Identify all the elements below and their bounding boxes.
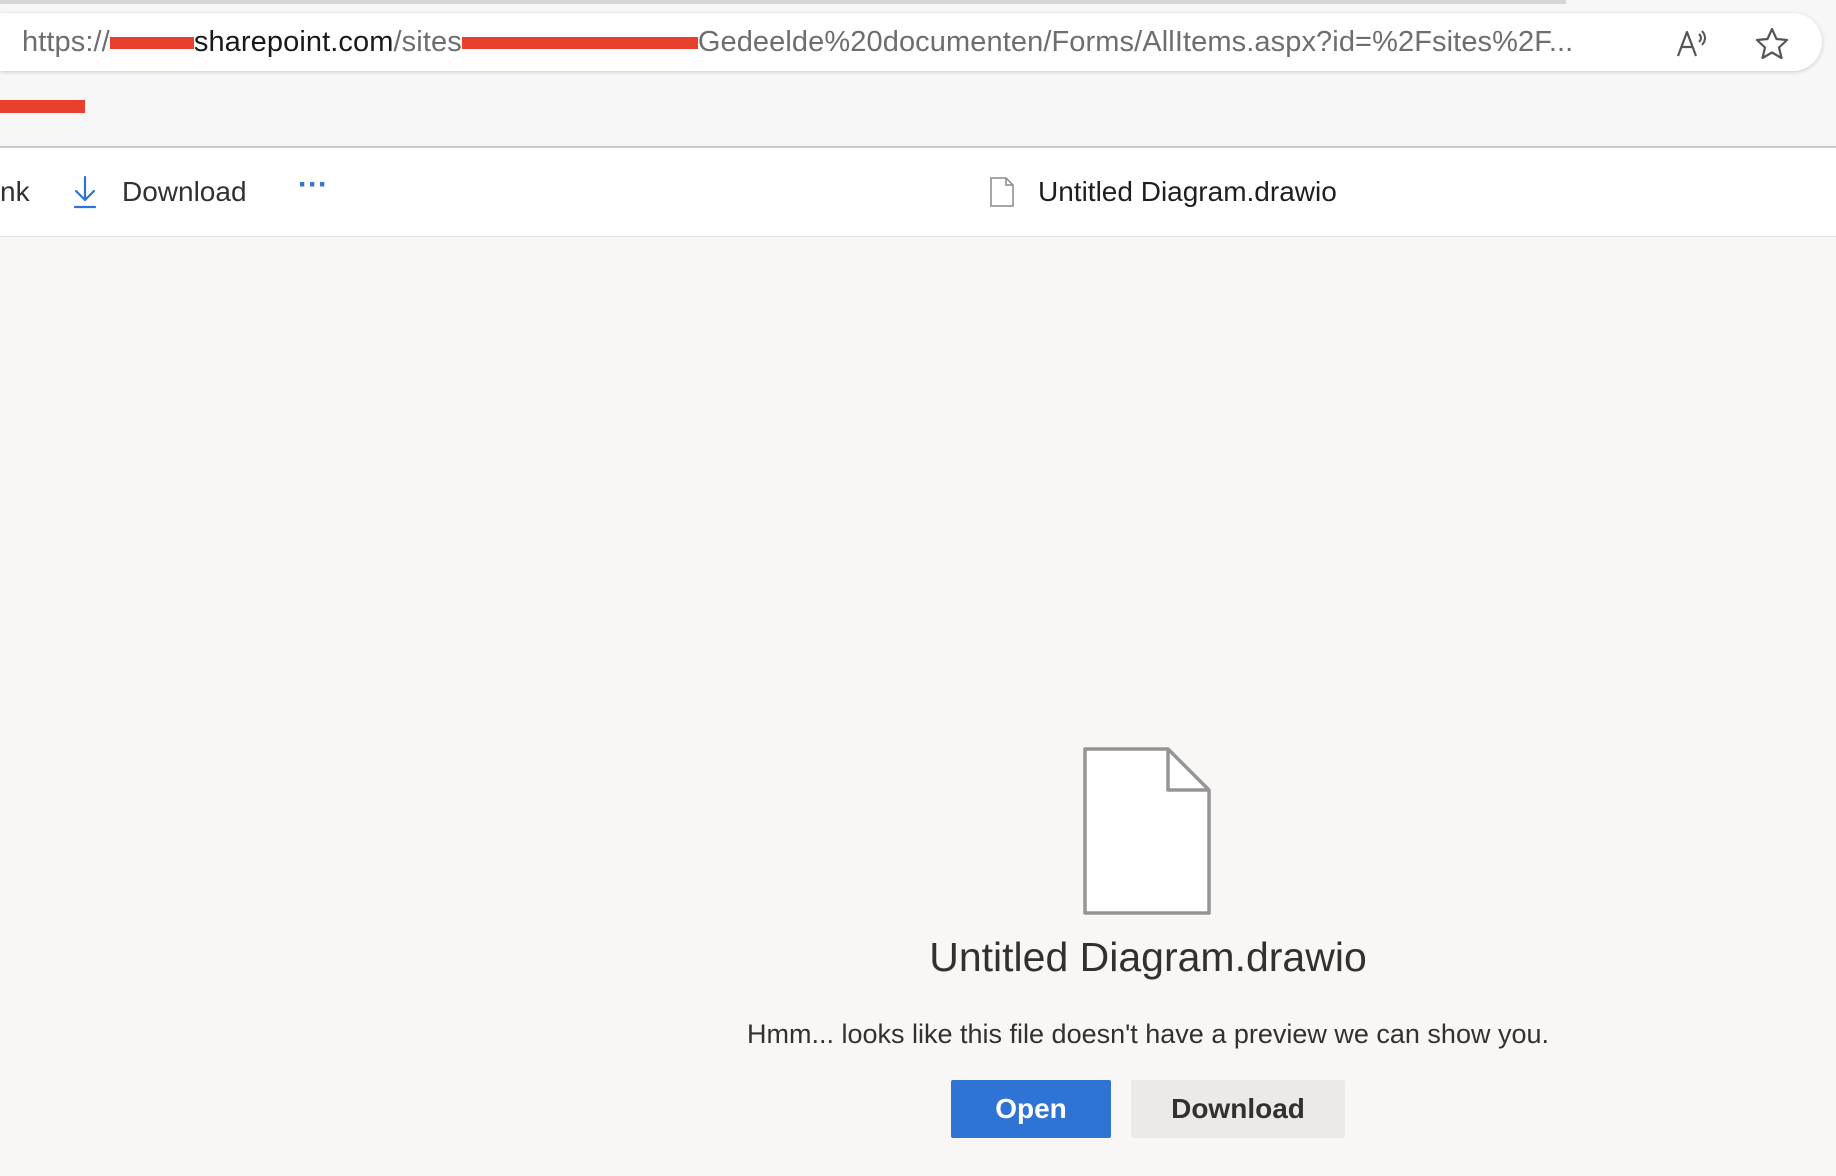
download-command-button[interactable]: Download: [72, 173, 247, 211]
file-title-label: Untitled Diagram.drawio: [1038, 176, 1337, 207]
file-title: Untitled Diagram.drawio: [990, 173, 1337, 211]
more-options-icon: ···: [298, 168, 328, 201]
star-icon[interactable]: [1754, 26, 1790, 62]
url-scheme: https://: [22, 26, 110, 58]
file-small-icon: [990, 177, 1014, 207]
bookmarks-bar: [0, 92, 1836, 122]
download-command-label: Download: [122, 176, 247, 207]
read-aloud-icon[interactable]: [1674, 26, 1710, 62]
url-path-end: Gedeelde%20documenten/Forms/AllItems.asp…: [697, 26, 1574, 58]
command-bar: nk Download ··· Untitled Diagram.drawio: [0, 148, 1836, 237]
url-redaction-1: [109, 37, 194, 50]
more-options-button[interactable]: ···: [298, 166, 328, 204]
download-button[interactable]: Download: [1131, 1080, 1345, 1138]
download-arrow-icon: [72, 175, 98, 209]
no-preview-message: Hmm... looks like this file doesn't have…: [746, 1019, 1549, 1049]
url-text[interactable]: https:// sharepoint.com/sites Gedeelde%20d…: [22, 25, 1573, 59]
generic-file-icon: [1082, 746, 1212, 921]
copy-link-label: nk: [0, 176, 30, 207]
bookmark-redacted[interactable]: [0, 100, 85, 113]
preview-file-name: Untitled Diagram.drawio: [929, 934, 1367, 980]
url-host: sharepoint.com: [193, 26, 394, 58]
browser-chrome: https:// sharepoint.com/sites Gedeelde%20d…: [0, 0, 1836, 148]
url-path-start: /sites: [393, 26, 462, 58]
tab-strip-edge: [0, 0, 1566, 4]
url-redaction-2: [461, 37, 698, 50]
copy-link-button[interactable]: nk: [0, 173, 30, 211]
address-bar[interactable]: https:// sharepoint.com/sites Gedeelde%20d…: [0, 13, 1822, 71]
open-button[interactable]: Open: [951, 1080, 1111, 1138]
